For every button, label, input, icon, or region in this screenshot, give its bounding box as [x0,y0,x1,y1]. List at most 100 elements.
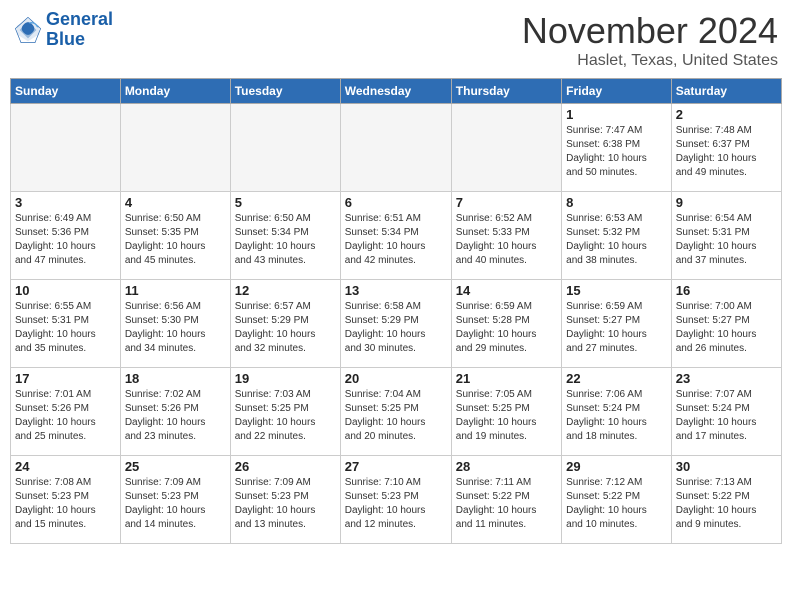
calendar-cell [230,104,340,192]
day-info: Sunrise: 6:56 AM Sunset: 5:30 PM Dayligh… [125,300,226,356]
day-number: 14 [456,283,557,298]
day-info: Sunrise: 7:06 AM Sunset: 5:24 PM Dayligh… [566,388,667,444]
day-info: Sunrise: 6:54 AM Sunset: 5:31 PM Dayligh… [676,212,777,268]
logo-line1: General [46,10,113,30]
calendar-cell: 17 Sunrise: 7:01 AM Sunset: 5:26 PM Dayli… [11,368,121,456]
weekday-header: Saturday [671,79,781,104]
day-number: 8 [566,195,667,210]
day-number: 15 [566,283,667,298]
day-number: 10 [15,283,116,298]
weekday-header-row: SundayMondayTuesdayWednesdayThursdayFrid… [11,79,782,104]
day-info: Sunrise: 6:50 AM Sunset: 5:35 PM Dayligh… [125,212,226,268]
day-info: Sunrise: 6:55 AM Sunset: 5:31 PM Dayligh… [15,300,116,356]
day-number: 28 [456,459,557,474]
calendar-cell: 26 Sunrise: 7:09 AM Sunset: 5:23 PM Dayli… [230,456,340,544]
calendar-cell: 14Sunrise: 6:59 AM Sunset: 5:28 PM Dayli… [451,280,561,368]
day-number: 26 [235,459,336,474]
day-number: 23 [676,371,777,386]
day-info: Sunrise: 6:50 AM Sunset: 5:34 PM Dayligh… [235,212,336,268]
month-title: November 2024 [522,10,778,52]
day-info: Sunrise: 6:57 AM Sunset: 5:29 PM Dayligh… [235,300,336,356]
day-info: Sunrise: 6:49 AM Sunset: 5:36 PM Dayligh… [15,212,116,268]
calendar-cell: 20 Sunrise: 7:04 AM Sunset: 5:25 PM Dayli… [340,368,451,456]
day-number: 9 [676,195,777,210]
day-number: 16 [676,283,777,298]
calendar-cell [120,104,230,192]
title-block: November 2024 Haslet, Texas, United Stat… [522,10,778,70]
day-info: Sunrise: 7:01 AM Sunset: 5:26 PM Dayligh… [15,388,116,444]
logo-line2: Blue [46,30,113,50]
calendar-cell: 13 Sunrise: 6:58 AM Sunset: 5:29 PM Dayli… [340,280,451,368]
day-info: Sunrise: 7:05 AM Sunset: 5:25 PM Dayligh… [456,388,557,444]
day-info: Sunrise: 7:08 AM Sunset: 5:23 PM Dayligh… [15,476,116,532]
calendar-cell: 4 Sunrise: 6:50 AM Sunset: 5:35 PM Daylig… [120,192,230,280]
calendar-cell: 21 Sunrise: 7:05 AM Sunset: 5:25 PM Dayli… [451,368,561,456]
day-number: 4 [125,195,226,210]
page-header: General Blue November 2024 Haslet, Texas… [10,10,782,70]
day-number: 11 [125,283,226,298]
day-number: 5 [235,195,336,210]
day-number: 18 [125,371,226,386]
day-info: Sunrise: 7:13 AM Sunset: 5:22 PM Dayligh… [676,476,777,532]
weekday-header: Thursday [451,79,561,104]
calendar-cell [451,104,561,192]
calendar-cell [340,104,451,192]
calendar-week-row: 24Sunrise: 7:08 AM Sunset: 5:23 PM Dayli… [11,456,782,544]
calendar-week-row: 3 Sunrise: 6:49 AM Sunset: 5:36 PM Daylig… [11,192,782,280]
day-number: 27 [345,459,447,474]
day-info: Sunrise: 6:52 AM Sunset: 5:33 PM Dayligh… [456,212,557,268]
day-info: Sunrise: 7:48 AM Sunset: 6:37 PM Dayligh… [676,124,777,180]
day-info: Sunrise: 7:00 AM Sunset: 5:27 PM Dayligh… [676,300,777,356]
day-number: 21 [456,371,557,386]
calendar-cell: 5 Sunrise: 6:50 AM Sunset: 5:34 PM Daylig… [230,192,340,280]
calendar-cell: 3 Sunrise: 6:49 AM Sunset: 5:36 PM Daylig… [11,192,121,280]
day-info: Sunrise: 7:04 AM Sunset: 5:25 PM Dayligh… [345,388,447,444]
calendar-cell: 15 Sunrise: 6:59 AM Sunset: 5:27 PM Dayli… [562,280,672,368]
calendar-cell: 11 Sunrise: 6:56 AM Sunset: 5:30 PM Dayli… [120,280,230,368]
day-info: Sunrise: 6:53 AM Sunset: 5:32 PM Dayligh… [566,212,667,268]
calendar-cell: 30 Sunrise: 7:13 AM Sunset: 5:22 PM Dayli… [671,456,781,544]
day-info: Sunrise: 6:51 AM Sunset: 5:34 PM Dayligh… [345,212,447,268]
day-number: 30 [676,459,777,474]
day-number: 12 [235,283,336,298]
calendar-cell: 19Sunrise: 7:03 AM Sunset: 5:25 PM Dayli… [230,368,340,456]
calendar-cell: 1Sunrise: 7:47 AM Sunset: 6:38 PM Daylig… [562,104,672,192]
calendar-week-row: 1Sunrise: 7:47 AM Sunset: 6:38 PM Daylig… [11,104,782,192]
day-number: 7 [456,195,557,210]
weekday-header: Sunday [11,79,121,104]
day-number: 20 [345,371,447,386]
day-number: 3 [15,195,116,210]
calendar-cell: 22 Sunrise: 7:06 AM Sunset: 5:24 PM Dayli… [562,368,672,456]
day-number: 25 [125,459,226,474]
calendar-cell: 8 Sunrise: 6:53 AM Sunset: 5:32 PM Daylig… [562,192,672,280]
day-info: Sunrise: 6:59 AM Sunset: 5:27 PM Dayligh… [566,300,667,356]
location-title: Haslet, Texas, United States [522,52,778,70]
weekday-header: Monday [120,79,230,104]
day-number: 17 [15,371,116,386]
calendar-cell: 29 Sunrise: 7:12 AM Sunset: 5:22 PM Dayli… [562,456,672,544]
weekday-header: Wednesday [340,79,451,104]
calendar-cell: 24Sunrise: 7:08 AM Sunset: 5:23 PM Dayli… [11,456,121,544]
day-info: Sunrise: 7:02 AM Sunset: 5:26 PM Dayligh… [125,388,226,444]
day-number: 6 [345,195,447,210]
day-number: 29 [566,459,667,474]
calendar-cell [11,104,121,192]
calendar-week-row: 10 Sunrise: 6:55 AM Sunset: 5:31 PM Dayli… [11,280,782,368]
calendar-cell: 7 Sunrise: 6:52 AM Sunset: 5:33 PM Daylig… [451,192,561,280]
day-info: Sunrise: 7:47 AM Sunset: 6:38 PM Dayligh… [566,124,667,180]
day-info: Sunrise: 7:03 AM Sunset: 5:25 PM Dayligh… [235,388,336,444]
day-number: 13 [345,283,447,298]
logo: General Blue [14,10,113,50]
calendar-table: SundayMondayTuesdayWednesdayThursdayFrid… [10,78,782,544]
day-info: Sunrise: 7:11 AM Sunset: 5:22 PM Dayligh… [456,476,557,532]
day-number: 22 [566,371,667,386]
day-number: 2 [676,107,777,122]
day-info: Sunrise: 7:12 AM Sunset: 5:22 PM Dayligh… [566,476,667,532]
day-info: Sunrise: 7:09 AM Sunset: 5:23 PM Dayligh… [235,476,336,532]
calendar-cell: 2 Sunrise: 7:48 AM Sunset: 6:37 PM Daylig… [671,104,781,192]
day-info: Sunrise: 6:58 AM Sunset: 5:29 PM Dayligh… [345,300,447,356]
calendar-cell: 18 Sunrise: 7:02 AM Sunset: 5:26 PM Dayli… [120,368,230,456]
day-info: Sunrise: 7:07 AM Sunset: 5:24 PM Dayligh… [676,388,777,444]
calendar-cell: 25Sunrise: 7:09 AM Sunset: 5:23 PM Dayli… [120,456,230,544]
calendar-week-row: 17 Sunrise: 7:01 AM Sunset: 5:26 PM Dayli… [11,368,782,456]
